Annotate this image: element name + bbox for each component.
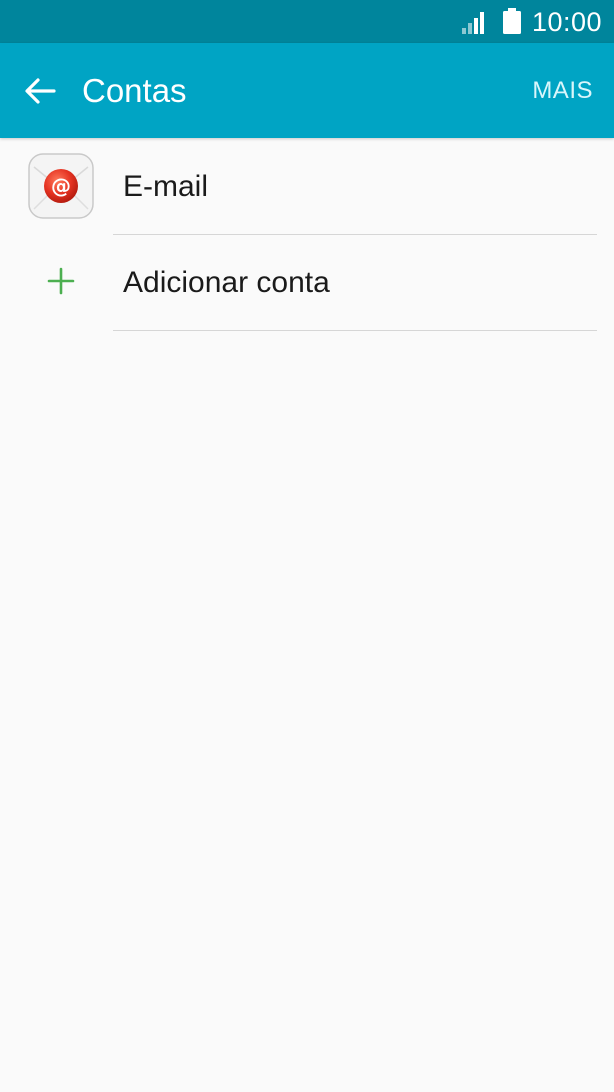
plus-icon — [47, 267, 75, 295]
email-app-icon: @ — [28, 153, 94, 219]
signal-icon — [462, 12, 484, 34]
accounts-screen: 10:00 Contas MAIS @ E-mail Adicionar con… — [0, 0, 614, 1092]
status-bar: 10:00 — [0, 0, 614, 43]
list-item-add-account[interactable]: Adicionar conta — [0, 235, 614, 330]
battery-icon — [503, 8, 521, 34]
app-bar: Contas MAIS — [0, 43, 614, 138]
list-item-label: E-mail — [123, 170, 209, 203]
back-button[interactable] — [18, 69, 62, 113]
list-item-label: Adicionar conta — [123, 266, 330, 299]
status-time: 10:00 — [532, 7, 603, 37]
more-button[interactable]: MAIS — [532, 76, 593, 106]
svg-text:@: @ — [51, 174, 71, 198]
divider — [113, 330, 597, 331]
list-item-email[interactable]: @ E-mail — [0, 139, 614, 234]
page-title: Contas — [82, 72, 187, 109]
arrow-left-icon — [25, 78, 56, 104]
